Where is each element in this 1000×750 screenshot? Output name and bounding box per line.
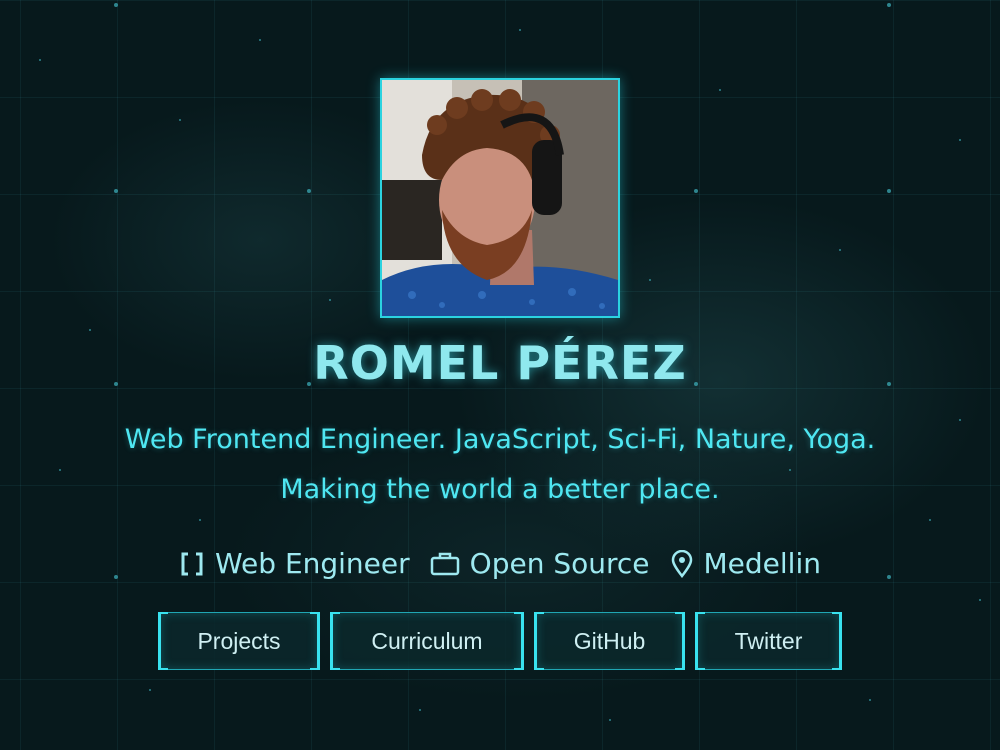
- projects-button[interactable]: Projects: [158, 612, 320, 670]
- meta-item-open-source: Open Source: [430, 547, 650, 580]
- meta-item-role: Web Engineer: [179, 547, 410, 580]
- meta-location-label: Medellin: [703, 547, 821, 580]
- profile-name: ROMEL PÉREZ: [313, 336, 687, 390]
- briefcase-icon: [430, 552, 459, 575]
- avatar: [380, 78, 620, 318]
- location-pin-icon: [671, 549, 692, 578]
- bio-line-1: Web Frontend Engineer. JavaScript, Sci-F…: [124, 424, 876, 455]
- github-button[interactable]: GitHub: [534, 612, 685, 670]
- meta-role-label: Web Engineer: [215, 547, 410, 580]
- bio-line-2: Making the world a better place.: [280, 474, 720, 505]
- link-buttons: Projects Curriculum GitHub Twitter: [0, 612, 1000, 670]
- avatar-photo: [382, 80, 618, 316]
- curriculum-button[interactable]: Curriculum: [330, 612, 524, 670]
- meta-open-source-label: Open Source: [469, 547, 650, 580]
- twitter-button[interactable]: Twitter: [695, 612, 842, 670]
- meta-item-location: Medellin: [670, 547, 821, 580]
- profile-meta: Web Engineer Open Source Medellin: [0, 547, 1000, 580]
- brackets-icon: [181, 552, 203, 575]
